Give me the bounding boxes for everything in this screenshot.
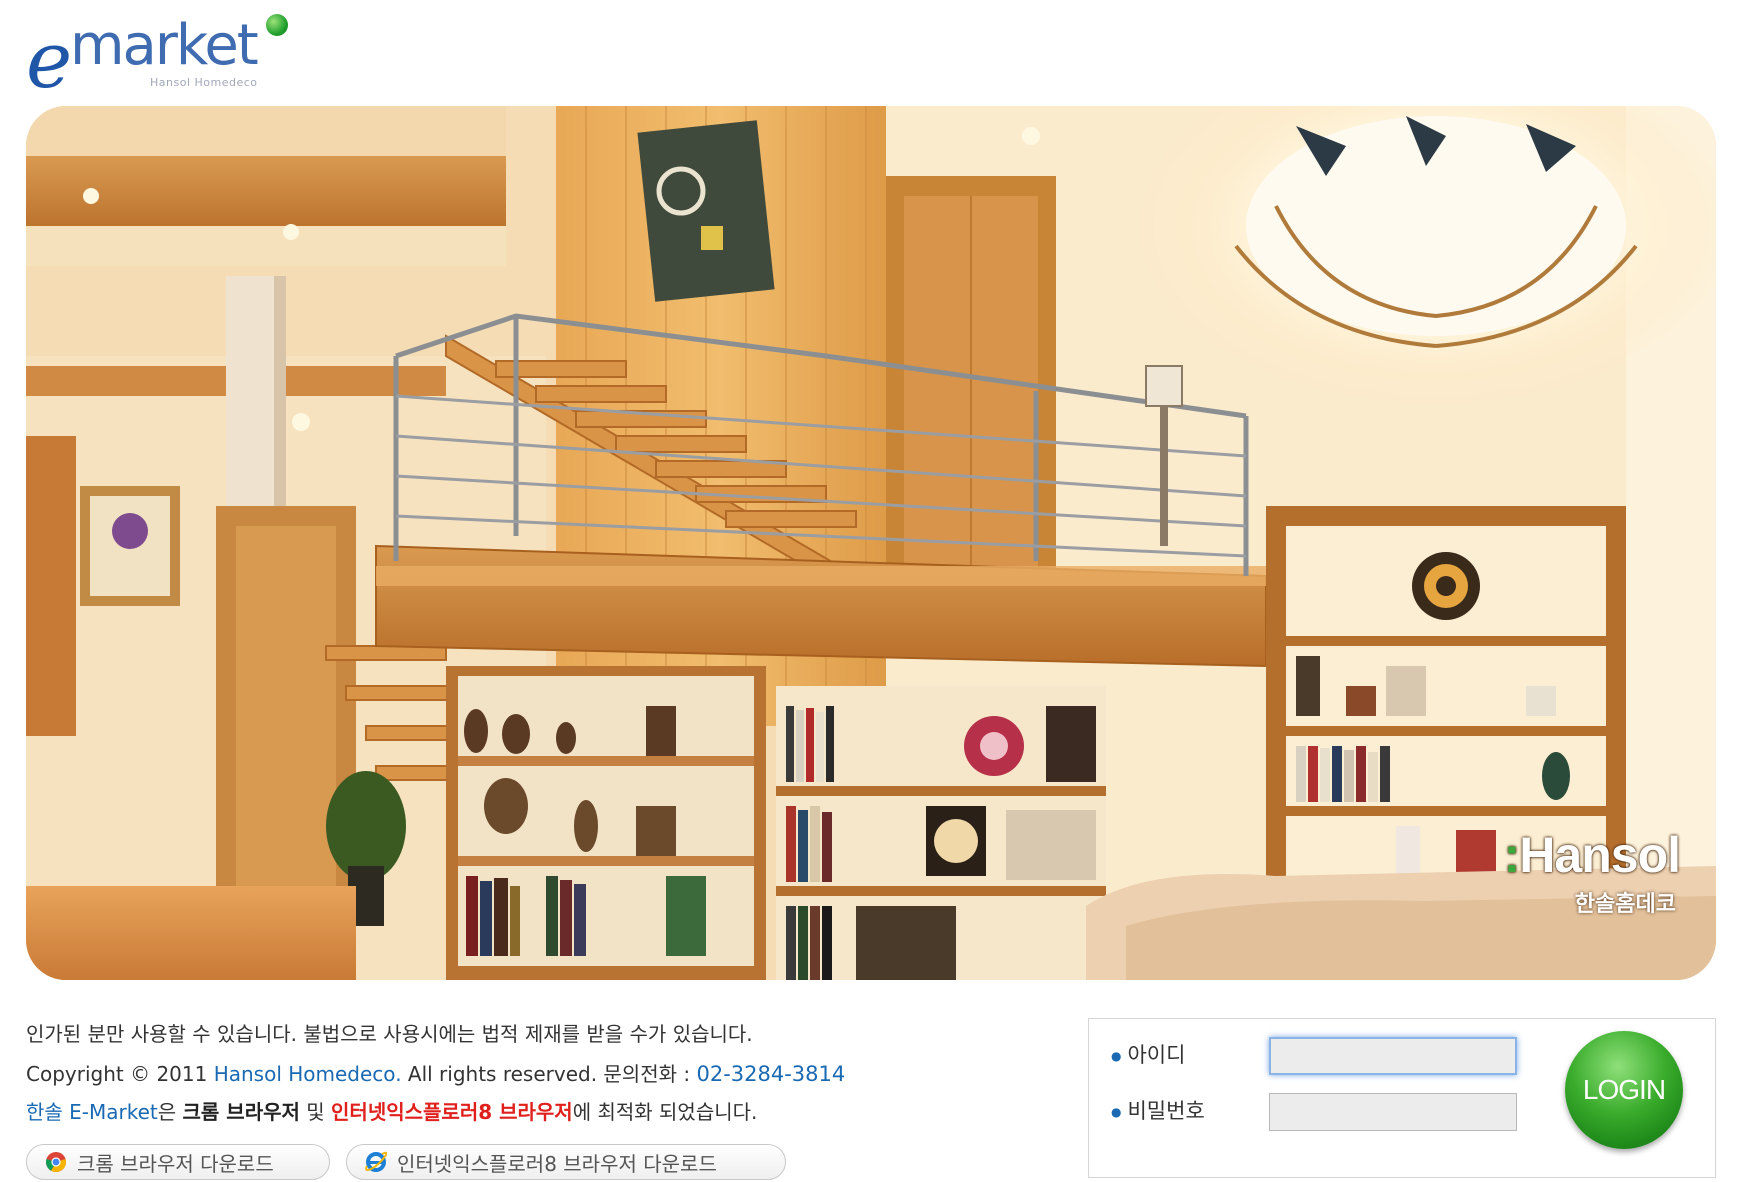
login-button[interactable]: LOGIN	[1565, 1031, 1683, 1149]
chrome-download-label: 크롬 브라우저 다운로드	[77, 1151, 274, 1176]
bullet-icon: ●	[1111, 1049, 1122, 1063]
id-label-text: 아이디	[1127, 1043, 1186, 1067]
copyright-suffix: All rights reserved. 문의전화 :	[401, 1062, 697, 1086]
hansol-brand-text: Hansol	[1519, 827, 1681, 883]
logo-letter-e: e	[26, 16, 73, 106]
ie8-download-button[interactable]: 인터넷익스플로러8 브라우저 다운로드	[346, 1144, 786, 1180]
hansol-mark-icon: :	[1503, 827, 1521, 883]
password-input[interactable]	[1269, 1093, 1517, 1131]
chrome-icon	[46, 1152, 66, 1173]
legal-notice: 인가된 분만 사용할 수 있습니다. 불법으로 사용시에는 법적 제재를 받을 …	[26, 1022, 753, 1046]
internet-explorer-icon	[365, 1151, 387, 1172]
password-label: ● 비밀번호	[1111, 1101, 1205, 1122]
logo-wordmark: market	[70, 13, 259, 78]
browser-optimization-notice: 한솔 E-Market은 크롬 브라우저 및 인터넷익스플로러8 브라우저에 최…	[26, 1102, 757, 1122]
interior-illustration	[26, 106, 1716, 980]
contact-phone: 02-3284-3814	[696, 1062, 846, 1086]
chrome-browser-text: 크롬 브라우저	[182, 1100, 300, 1124]
logo-green-dot	[266, 14, 288, 36]
emarket-link[interactable]: 한솔 E-Market	[26, 1100, 158, 1124]
ie8-download-label: 인터넷익스플로러8 브라우저 다운로드	[397, 1151, 717, 1176]
hero-interior-image: :Hansol 한솔홈데코	[26, 106, 1716, 980]
company-link[interactable]: Hansol Homedeco.	[214, 1062, 402, 1086]
emarket-logo[interactable]: e market Hansol Homedeco	[26, 8, 296, 100]
chrome-download-button[interactable]: 크롬 브라우저 다운로드	[26, 1144, 330, 1180]
ie8-browser-text: 인터넷익스플로러8 브라우저	[331, 1100, 573, 1124]
hansol-brand-korean: 한솔홈데코	[1574, 892, 1676, 917]
optimized-text-1: 은	[157, 1100, 183, 1124]
login-button-label: LOGIN	[1582, 1074, 1666, 1105]
logo-subtitle: Hansol Homedeco	[150, 76, 258, 89]
login-form: ● 아이디 ● 비밀번호 LOGIN	[1088, 1018, 1716, 1178]
id-input[interactable]	[1269, 1037, 1517, 1075]
copyright-prefix: Copyright © 2011	[26, 1062, 214, 1086]
password-label-text: 비밀번호	[1127, 1099, 1205, 1123]
hansol-watermark: :Hansol 한솔홈데코	[1503, 827, 1681, 918]
optimized-text-3: 에 최적화 되었습니다.	[572, 1100, 758, 1124]
id-label: ● 아이디	[1111, 1045, 1185, 1066]
optimized-text-2: 및	[299, 1100, 332, 1124]
copyright-line: Copyright © 2011 Hansol Homedeco. All ri…	[26, 1064, 845, 1085]
bullet-icon: ●	[1111, 1105, 1122, 1119]
